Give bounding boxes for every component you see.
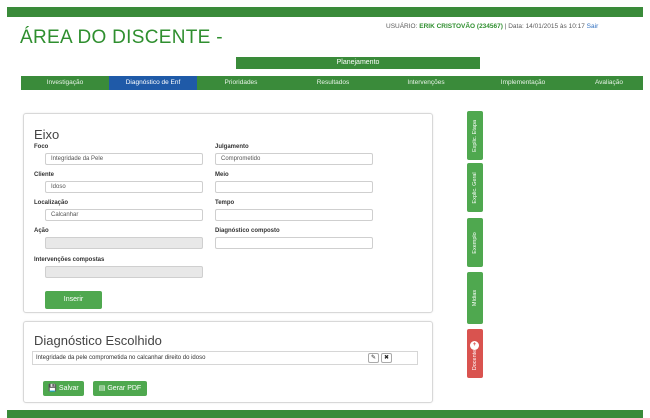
stage-bar: Planejamento [236, 57, 480, 69]
step-nav: Investigação Diagnóstico de Enf Priorida… [21, 76, 643, 90]
document-icon: ▤ [98, 385, 106, 392]
intervencoes-compostas-label: Intervenções compostas [34, 257, 105, 263]
cliente-field[interactable]: Idoso [45, 181, 203, 193]
insert-button[interactable]: Inserir [45, 291, 102, 309]
intervencoes-compostas-field [45, 266, 203, 278]
side-tab-exemplo-label: Exemplo [472, 231, 478, 254]
meio-label: Meio [215, 172, 229, 178]
user-name: ERIK CRISTOVÃO (234567) [419, 23, 503, 30]
tab-prioridades[interactable]: Prioridades [197, 76, 285, 90]
tempo-field[interactable] [215, 209, 373, 221]
tab-intervencoes[interactable]: Intervenções [381, 76, 471, 90]
user-info: USUÁRIO: ERIK CRISTOVÃO (234567) | Data:… [386, 23, 598, 30]
tab-implementacao[interactable]: Implementação [471, 76, 575, 90]
foco-field[interactable]: Integridade da Pele [45, 153, 203, 165]
side-tab-explic-geral-label: Explic. Geral [472, 171, 478, 204]
tab-resultados[interactable]: Resultados [285, 76, 381, 90]
logout-link[interactable]: Sair [587, 23, 599, 30]
tab-investigacao[interactable]: Investigação [21, 76, 109, 90]
edit-icon[interactable]: ✎ [368, 353, 379, 363]
page-title: ÁREA DO DISCENTE - [20, 27, 223, 48]
localizacao-label: Localização [34, 200, 69, 206]
acao-label: Ação [34, 228, 49, 234]
save-button[interactable]: 💾 Salvar [43, 381, 84, 396]
tab-diagnostico[interactable]: Diagnóstico de Enf [109, 76, 197, 90]
side-tab-explic-etapa[interactable]: Explic. Etapa [467, 111, 483, 160]
plus-icon: + [470, 341, 479, 350]
tab-avaliacao[interactable]: Avaliação [575, 76, 643, 90]
session-date: | Data: 14/01/2015 às 10:17 [504, 23, 585, 30]
save-label: Salvar [58, 385, 79, 392]
julgamento-field[interactable]: Comprometido [215, 153, 373, 165]
diagnostico-composto-field[interactable] [215, 237, 373, 249]
localizacao-field[interactable]: Calcanhar [45, 209, 203, 221]
meio-field[interactable] [215, 181, 373, 193]
eixo-heading: Eixo [34, 127, 60, 142]
tempo-label: Tempo [215, 200, 235, 206]
delete-icon[interactable]: ✖ [381, 353, 392, 363]
side-tab-docente[interactable]: + Docente [467, 329, 483, 378]
side-tab-midias-label: Mídias [472, 289, 478, 307]
cliente-label: Cliente [34, 172, 55, 178]
top-color-bar [7, 7, 643, 17]
diagnostico-row: Integridade da pele comprometida no calc… [32, 351, 418, 365]
bottom-color-bar [7, 410, 643, 418]
side-tab-docente-label: Docente [472, 350, 478, 371]
julgamento-label: Julgamento [215, 144, 249, 150]
pdf-button[interactable]: ▤ Gerar PDF [93, 381, 147, 396]
side-tab-explic-geral[interactable]: Explic. Geral [467, 163, 483, 212]
pdf-label: Gerar PDF [107, 385, 142, 392]
diagnostico-heading: Diagnóstico Escolhido [34, 333, 162, 348]
floppy-icon: 💾 [48, 385, 57, 392]
diagnostico-composto-label: Diagnóstico composto [215, 228, 280, 234]
side-tab-exemplo[interactable]: Exemplo [467, 218, 483, 267]
user-prefix: USUÁRIO: [386, 23, 418, 30]
side-tab-explic-etapa-label: Explic. Etapa [472, 119, 478, 152]
acao-field [45, 237, 203, 249]
foco-label: Foco [34, 144, 49, 150]
side-tab-midias[interactable]: Mídias [467, 272, 483, 324]
